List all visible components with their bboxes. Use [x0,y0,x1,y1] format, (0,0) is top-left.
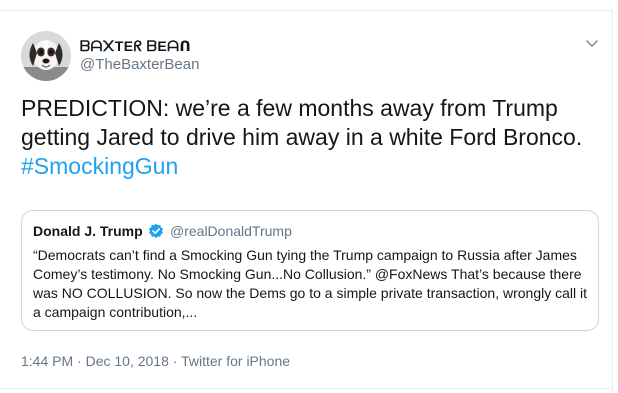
hashtag-link[interactable]: #SmockingGun [21,153,178,179]
tweet-source[interactable]: Twitter for iPhone [181,353,290,369]
tweet-body: PREDICTION: we’re a few months away from… [21,95,583,150]
tweet-time[interactable]: 1:44 PM [21,353,73,369]
chevron-down-icon[interactable] [582,36,602,52]
dog-avatar-icon[interactable] [21,31,71,81]
quoted-tweet-text: “Democrats can’t find a Smocking Gun tyi… [33,247,587,320]
verified-badge-icon [148,223,164,239]
author-display-name[interactable]: ᗷᗩ᙭TEᖇ ᗷEᗩᑎ [80,38,191,55]
tweet-metadata: 1:44 PM · Dec 10, 2018 · Twitter for iPh… [21,353,290,369]
quoted-tweet-card[interactable]: Donald J. Trump @realDonaldTrump “Democr… [21,210,599,331]
top-divider [0,10,612,11]
quoted-author-name[interactable]: Donald J. Trump [33,223,143,239]
bottom-divider [0,388,612,389]
quoted-author-handle[interactable]: @realDonaldTrump [170,223,292,239]
author-handle[interactable]: @TheBaxterBean [80,56,199,73]
tweet-date[interactable]: Dec 10, 2018 [86,353,169,369]
tweet-text: PREDICTION: we’re a few months away from… [21,94,606,181]
meta-separator: · [168,353,182,369]
meta-separator: · [73,353,86,369]
right-divider [612,10,613,393]
